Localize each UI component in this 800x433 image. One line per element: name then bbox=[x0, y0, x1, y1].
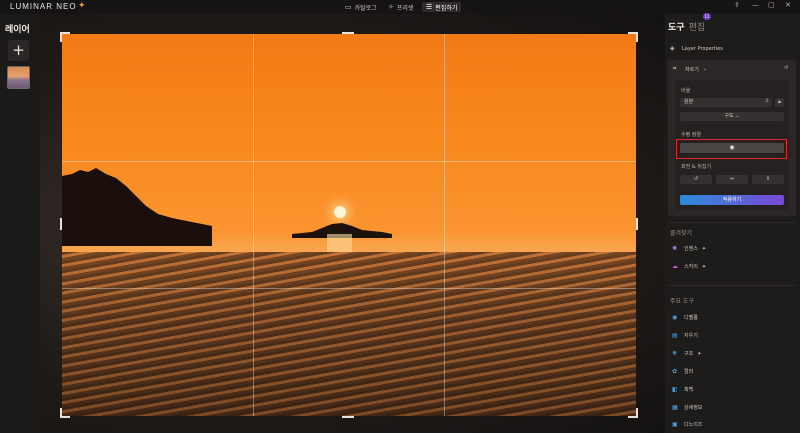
share-icon[interactable]: ⇪ bbox=[734, 1, 740, 9]
sliders-icon: ☰ bbox=[426, 3, 433, 11]
reset-icon[interactable]: ↺ bbox=[784, 65, 788, 71]
crop-handle-right[interactable] bbox=[636, 218, 638, 230]
lock-ratio-button[interactable]: 🔒︎ bbox=[775, 98, 784, 107]
crop-grid-line bbox=[62, 288, 636, 289]
color-icon: ✿ bbox=[672, 368, 678, 375]
tool-erase-label: 지우기 bbox=[684, 333, 698, 339]
tool-develop[interactable]: ◉ 디벨롭 bbox=[672, 314, 698, 321]
tool-sky-label: 스카이 bbox=[684, 264, 698, 270]
highlight-annotation bbox=[676, 139, 787, 159]
crop-handle-top-left[interactable] bbox=[60, 32, 62, 42]
headland-silhouette bbox=[62, 168, 212, 246]
bw-icon: ◧ bbox=[672, 386, 678, 393]
tidal-flat bbox=[62, 252, 636, 416]
folder-icon: ▭ bbox=[345, 3, 352, 11]
chevron-down-icon: ⌄ bbox=[702, 66, 708, 72]
tab-tools[interactable]: 도구 bbox=[668, 23, 685, 33]
edit-count-badge: 11 bbox=[703, 13, 711, 20]
sparkle-icon: ✧ bbox=[388, 3, 394, 11]
favorites-title: 즐겨찾기 bbox=[670, 230, 693, 237]
crop-tool-title: 자르기 bbox=[685, 66, 699, 73]
tab-edits[interactable]: 편집 bbox=[689, 23, 706, 33]
crop-handle-left[interactable] bbox=[60, 218, 62, 230]
tab-catalog-label: 카탈로그 bbox=[354, 4, 377, 12]
rotate-flip-label: 회전 & 뒤집기 bbox=[681, 164, 712, 170]
aperture-icon: ◉ bbox=[672, 314, 678, 321]
tool-color[interactable]: ✿ 컬러 bbox=[672, 368, 693, 375]
tool-details[interactable]: ▦ 상세정보 bbox=[672, 404, 702, 411]
divider bbox=[668, 285, 796, 286]
crop-tool-header[interactable]: ⌗ 자르기 ⌄ bbox=[673, 65, 707, 73]
enhance-icon: ✺ bbox=[672, 245, 678, 252]
tab-edit[interactable]: ☰ 편집하기 bbox=[422, 2, 462, 12]
eraser-icon: ▤ bbox=[672, 332, 678, 339]
crop-icon: ⌗ bbox=[673, 65, 677, 72]
tool-enhance-label: 인핸스 bbox=[684, 246, 698, 252]
minimize-icon[interactable]: — bbox=[752, 1, 759, 9]
sparkle-icon: ✦ bbox=[697, 350, 702, 357]
tab-edit-label: 편집하기 bbox=[435, 4, 458, 12]
panel-tabs: 도구 편집 bbox=[668, 20, 705, 33]
layers-title: 레이어 bbox=[5, 25, 30, 35]
flip-horizontal-button[interactable]: ⇔ bbox=[716, 175, 748, 184]
ratio-label: 비율 bbox=[681, 88, 691, 94]
flip-vertical-button[interactable]: ⇕ bbox=[752, 175, 784, 184]
tool-denoise-label: 디노이즈 bbox=[684, 422, 703, 428]
tab-catalog[interactable]: ▭ 카탈로그 bbox=[341, 2, 381, 12]
maximize-icon[interactable]: ▢ bbox=[768, 1, 775, 9]
sparkle-icon: ✦ bbox=[701, 245, 707, 252]
crop-handle-bottom-left[interactable] bbox=[60, 408, 62, 418]
crop-grid-line bbox=[253, 34, 254, 416]
layer-properties-row[interactable]: ◈ Layer Properties bbox=[670, 45, 723, 52]
close-icon[interactable]: ✕ bbox=[785, 1, 791, 9]
tool-structure-label: 구조 bbox=[684, 351, 694, 357]
add-layer-button[interactable]: + bbox=[8, 40, 29, 61]
photo-canvas[interactable] bbox=[62, 34, 636, 416]
tool-bw-label: 흑백 bbox=[684, 387, 694, 393]
apply-button[interactable]: 적용하기 bbox=[680, 195, 784, 205]
denoise-icon: ▣ bbox=[672, 421, 678, 428]
lock-icon: 🔒︎ bbox=[778, 99, 781, 105]
crop-grid-line bbox=[62, 161, 636, 162]
composition-label: 구도 bbox=[724, 113, 734, 119]
tool-color-label: 컬러 bbox=[684, 369, 694, 375]
tool-erase[interactable]: ▤ 지우기 bbox=[672, 332, 698, 339]
tool-bw[interactable]: ◧ 흑백 bbox=[672, 386, 693, 393]
logo-sparkle-icon: ✦ bbox=[78, 1, 86, 11]
app-logo: LUMINAR NEO bbox=[10, 2, 77, 11]
tool-develop-label: 디벨롭 bbox=[684, 315, 698, 321]
tool-details-label: 상세정보 bbox=[684, 405, 703, 411]
crop-handle-top[interactable] bbox=[342, 32, 354, 34]
cloud-icon: ☁ bbox=[672, 263, 678, 270]
tab-presets[interactable]: ✧ 프리셋 bbox=[384, 2, 417, 12]
divider bbox=[668, 222, 796, 223]
tab-presets-label: 프리셋 bbox=[396, 4, 414, 12]
layers-icon: ◈ bbox=[670, 45, 675, 52]
details-icon: ▦ bbox=[672, 404, 678, 411]
crop-grid-line bbox=[444, 34, 445, 416]
rotate-button[interactable]: ↺ bbox=[680, 175, 712, 184]
crop-handle-top-right[interactable] bbox=[636, 32, 638, 42]
tool-enhance[interactable]: ✺ 인핸스 ✦ bbox=[672, 245, 706, 252]
crop-handle-bottom-right[interactable] bbox=[636, 408, 638, 418]
ratio-select[interactable]: 원본 bbox=[680, 98, 772, 107]
top-bar: LUMINAR NEO ✦ ▭ 카탈로그 ✧ 프리셋 ☰ 편집하기 ⇪ — ▢ … bbox=[0, 0, 800, 14]
tool-denoise[interactable]: ▣ 디노이즈 bbox=[672, 421, 702, 428]
essentials-title: 주요 도구 bbox=[670, 298, 694, 305]
crop-handle-bottom[interactable] bbox=[342, 416, 354, 418]
composition-button[interactable]: 구도 ⌄ bbox=[680, 112, 784, 121]
layer-thumbnail[interactable] bbox=[7, 66, 30, 89]
level-label: 수평 정렬 bbox=[681, 132, 701, 138]
chevron-updown-icon: ⇳ bbox=[765, 98, 770, 104]
tool-sky[interactable]: ☁ 스카이 ✦ bbox=[672, 263, 706, 270]
layer-properties-label: Layer Properties bbox=[682, 45, 723, 52]
sun bbox=[334, 206, 346, 218]
structure-icon: ❋ bbox=[672, 350, 678, 357]
tool-structure[interactable]: ❋ 구조 ✦ bbox=[672, 350, 701, 357]
sparkle-icon: ✦ bbox=[701, 263, 707, 270]
